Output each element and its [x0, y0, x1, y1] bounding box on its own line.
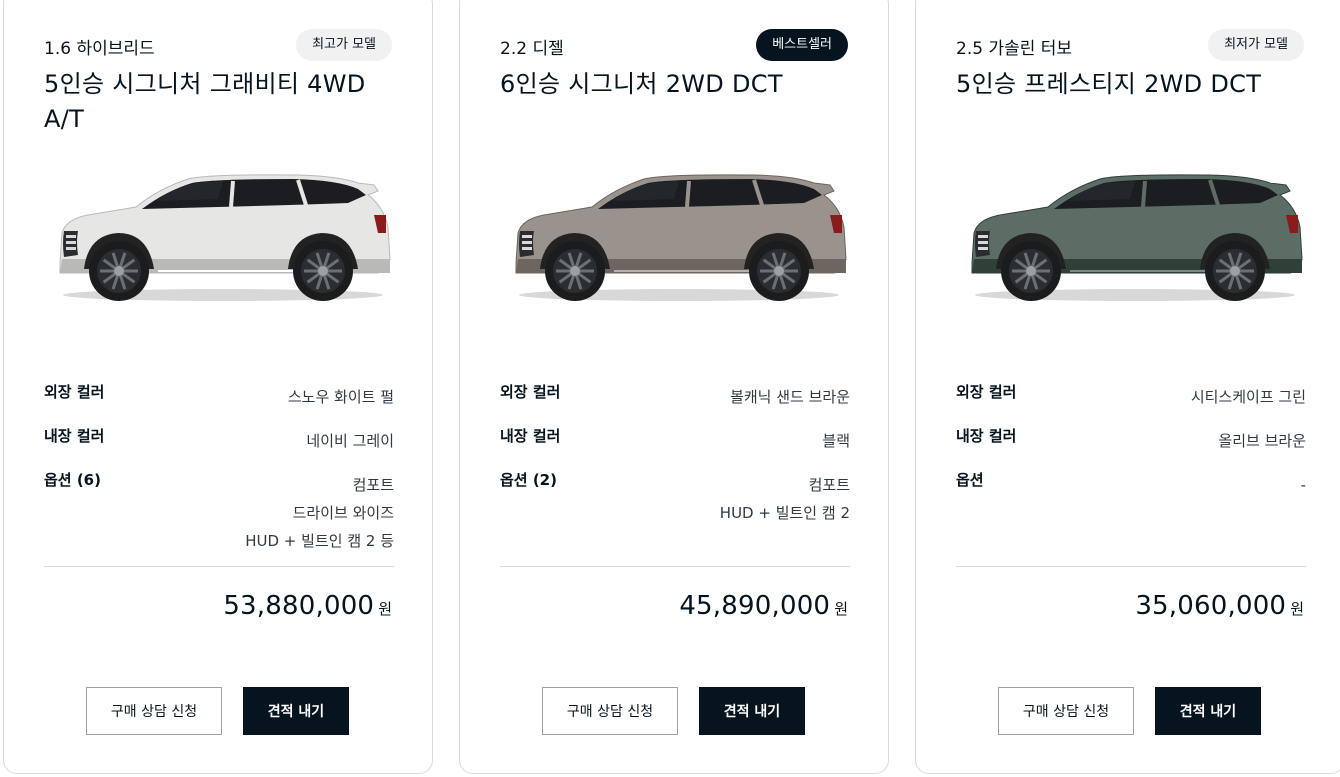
- exterior-color-value: 스노우 화이트 펄: [287, 388, 394, 406]
- model-name: 5인승 프레스티지 2WD DCT: [956, 70, 1262, 98]
- interior-color-label: 내장 컬러: [956, 427, 1017, 445]
- engine-label: 2.2 디젤: [500, 39, 564, 59]
- engine-label: 2.5 가솔린 터보: [956, 39, 1073, 59]
- consult-button[interactable]: 구매 상담 신청: [542, 687, 678, 735]
- exterior-color-label: 외장 컬러: [500, 383, 561, 401]
- option-item: HUD + 빌트인 캠 2 등: [245, 532, 394, 550]
- consult-button[interactable]: 구매 상담 신청: [998, 687, 1134, 735]
- engine-label: 1.6 하이브리드: [44, 39, 155, 59]
- option-item: -: [1300, 476, 1306, 494]
- interior-color-label: 내장 컬러: [44, 427, 105, 445]
- interior-color-label: 내장 컬러: [500, 427, 561, 445]
- options-label: 옵션 (2): [500, 471, 557, 489]
- divider: [44, 566, 394, 567]
- price-currency: 원: [834, 600, 848, 618]
- quote-button[interactable]: 견적 내기: [243, 687, 349, 735]
- price: 35,060,000 원: [1135, 591, 1304, 621]
- suv-side-view: [59, 174, 391, 301]
- suv-side-view: [515, 174, 847, 301]
- interior-color-value: 네이비 그레이: [306, 432, 394, 450]
- interior-color-value: 올리브 브라운: [1218, 432, 1306, 450]
- option-item: 드라이브 와이즈: [292, 504, 394, 522]
- trim-card: 2.2 디젤 베스트셀러 6인승 시그니처 2WD DCT 외장 컬러 볼캐닉 …: [459, 0, 889, 774]
- divider: [500, 566, 850, 567]
- badge: 최저가 모델: [1208, 29, 1304, 61]
- price-amount: 35,060,000: [1135, 591, 1287, 621]
- trim-card: 2.5 가솔린 터보 최저가 모델 5인승 프레스티지 2WD DCT 외장 컬…: [915, 0, 1340, 774]
- interior-color-value: 블랙: [822, 432, 850, 450]
- exterior-color-label: 외장 컬러: [956, 383, 1017, 401]
- car-image: [48, 171, 398, 306]
- price: 53,880,000 원: [223, 591, 392, 621]
- model-name: 5인승 시그니처 그래비티 4WD A/T: [44, 70, 366, 133]
- exterior-color-value: 볼캐닉 샌드 브라운: [730, 388, 850, 406]
- options-label: 옵션 (6): [44, 471, 101, 489]
- options-label: 옵션: [956, 471, 984, 489]
- consult-button[interactable]: 구매 상담 신청: [86, 687, 222, 735]
- price-currency: 원: [378, 600, 392, 618]
- price: 45,890,000 원: [679, 591, 848, 621]
- divider: [956, 566, 1306, 567]
- car-image: [960, 171, 1310, 306]
- quote-button[interactable]: 견적 내기: [1155, 687, 1261, 735]
- option-item: 컴포트: [352, 476, 394, 494]
- price-amount: 45,890,000: [679, 591, 831, 621]
- model-name: 6인승 시그니처 2WD DCT: [500, 70, 783, 98]
- exterior-color-label: 외장 컬러: [44, 383, 105, 401]
- badge: 베스트셀러: [756, 29, 848, 61]
- option-item: 컴포트: [808, 476, 850, 494]
- car-image: [504, 171, 854, 306]
- badge: 최고가 모델: [296, 29, 392, 61]
- quote-button[interactable]: 견적 내기: [699, 687, 805, 735]
- suv-side-view: [971, 174, 1303, 301]
- price-currency: 원: [1290, 600, 1304, 618]
- exterior-color-value: 시티스케이프 그린: [1190, 388, 1306, 406]
- option-item: HUD + 빌트인 캠 2: [719, 504, 850, 522]
- price-amount: 53,880,000: [223, 591, 375, 621]
- trim-card: 1.6 하이브리드 최고가 모델 5인승 시그니처 그래비티 4WD A/T 외…: [3, 0, 433, 774]
